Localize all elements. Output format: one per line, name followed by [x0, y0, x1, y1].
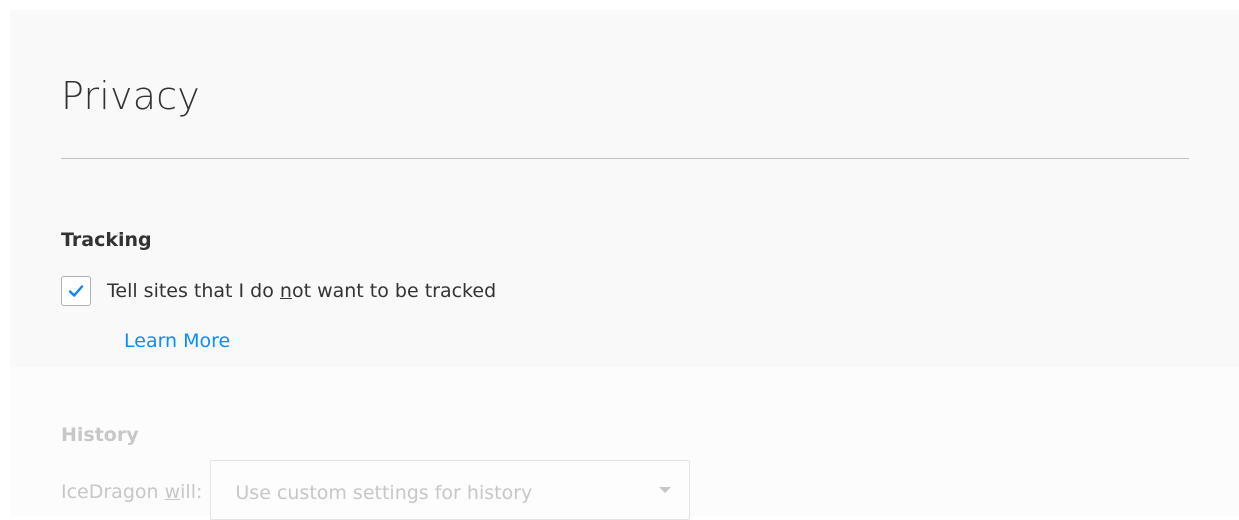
checkmark-icon [68, 285, 84, 297]
history-accesskey: w [164, 481, 181, 503]
tracking-heading: Tracking [61, 229, 152, 251]
dropdown-arrow-icon [659, 487, 672, 493]
learn-more-link[interactable]: Learn More [124, 328, 230, 354]
do-not-track-label-before: Tell sites that I do [107, 280, 280, 302]
history-label-after: ill: [180, 481, 203, 503]
header-divider [61, 158, 1189, 159]
history-label-before: IceDragon [61, 481, 165, 503]
do-not-track-option[interactable]: Tell sites that I do not want to be trac… [61, 274, 496, 308]
do-not-track-checkbox[interactable] [61, 276, 91, 306]
history-setting-row: IceDragon will: Use custom settings for … [61, 460, 691, 520]
history-mode-selected: Use custom settings for history [235, 482, 533, 504]
do-not-track-accesskey: n [279, 280, 292, 302]
history-heading: History [61, 424, 139, 446]
history-mode-dropdown[interactable]: Use custom settings for history [210, 460, 691, 520]
history-mode-label: IceDragon will: [61, 479, 202, 505]
page-title: Privacy [61, 74, 200, 118]
do-not-track-label: Tell sites that I do not want to be trac… [107, 278, 496, 304]
do-not-track-label-after: ot want to be tracked [291, 280, 497, 302]
